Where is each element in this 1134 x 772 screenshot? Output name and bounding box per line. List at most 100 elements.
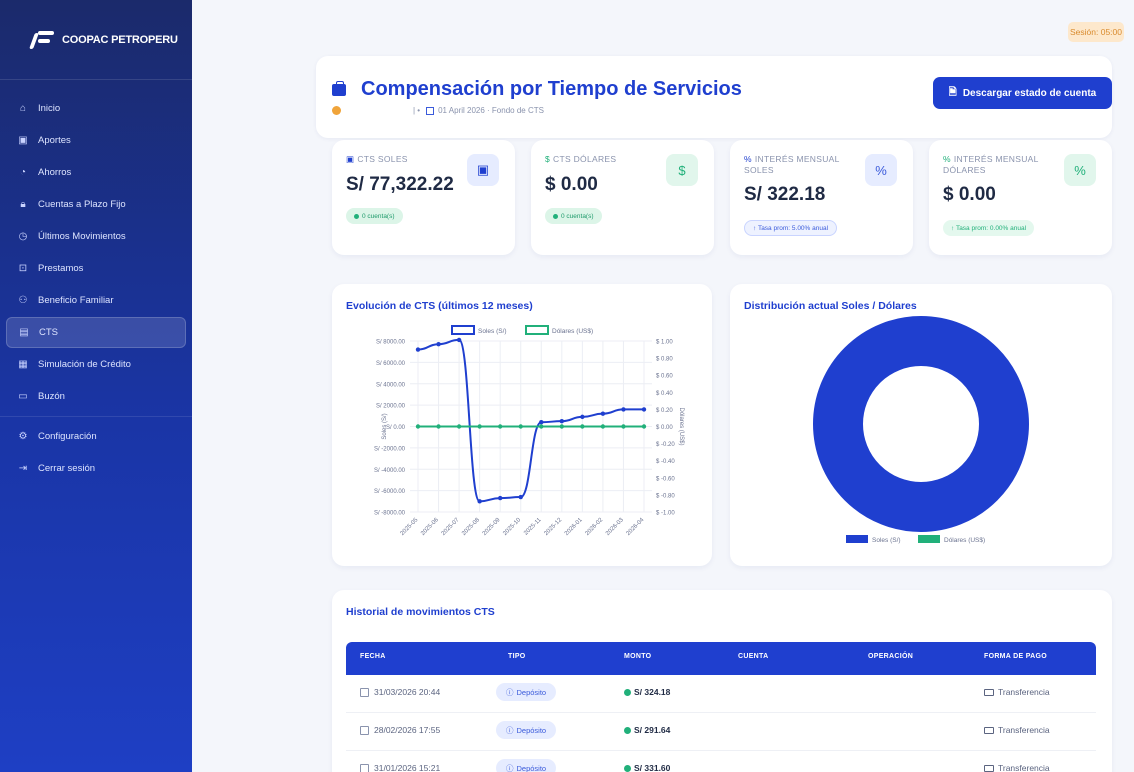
col-forma-pago[interactable]: FORMA DE PAGO [984, 653, 1047, 660]
x-tick-label: 2025-11 [523, 517, 543, 537]
sidebar-item-cts[interactable]: ▤ CTS [6, 317, 186, 348]
sidebar-item-cerrar-sesion[interactable]: ⇥ Cerrar sesión [6, 453, 186, 484]
y-tick-label: S/ 0.00 [386, 425, 406, 431]
card-icon [984, 726, 994, 734]
col-tipo[interactable]: TIPO [508, 653, 526, 660]
stat-label: INTERÉS MENSUAL DÓLARES [943, 154, 1039, 175]
legend-label: Dólares (US$) [552, 328, 593, 335]
data-point [497, 495, 503, 501]
briefcase-icon: ▤ [19, 327, 29, 338]
series-line [417, 338, 644, 503]
sidebar-item-configuracion[interactable]: ⚙ Configuración [6, 421, 186, 452]
cell-monto: S/ 331.60 [634, 763, 671, 772]
table-header: FECHA TIPO MONTO CUENTA OPERACIÓN FORMA … [346, 642, 1096, 675]
donut-chart: Soles (S/) Dólares (US$) [813, 316, 1029, 544]
inbox-icon: ▭ [18, 391, 28, 402]
cell-tipo: Depósito [516, 687, 547, 697]
cell-fecha: 31/03/2026 20:44 [374, 687, 441, 697]
stat-value: $ 0.00 [545, 174, 598, 195]
y2-tick-label: $ 1.00 [656, 340, 673, 346]
table-row[interactable]: 31/03/2026 20:44 ⓘ Depósito S/ 324.18 Tra… [346, 675, 1096, 713]
table-title: Historial de movimientos CTS [346, 606, 495, 618]
legend-label: Soles (S/) [872, 537, 901, 544]
stat-label: INTERÉS MENSUAL SOLES [744, 154, 840, 175]
x-tick-label: 2026-02 [585, 517, 605, 537]
calendar-icon [360, 763, 369, 772]
brand-logo[interactable]: COOPAC PETROPERU [0, 0, 192, 80]
legend-label: Dólares (US$) [944, 537, 985, 544]
dollar-icon: $ [545, 154, 551, 164]
line-chart-card: Evolución de CTS (últimos 12 meses) Sole… [332, 284, 712, 566]
sidebar-item-ahorros[interactable]: ◔ Ahorros [6, 157, 186, 188]
stat-badge: 0 cuenta(s) [545, 208, 602, 224]
sidebar-item-buzon[interactable]: ▭ Buzón [6, 381, 186, 412]
status-dot [624, 764, 631, 772]
percent-icon: % [744, 154, 752, 164]
info-icon: ⓘ [506, 763, 514, 772]
data-point [539, 420, 544, 425]
col-fecha[interactable]: FECHA [360, 653, 386, 660]
x-tick-label: 2026-04 [626, 517, 646, 537]
subtitle-separator: | • [413, 106, 421, 115]
sidebar-item-aportes[interactable]: ▣ Aportes [6, 125, 186, 156]
info-icon: ⓘ [506, 687, 514, 697]
donut-chart-card: Distribución actual Soles / Dólares Sole… [730, 284, 1112, 566]
col-operacion[interactable]: OPERACIÓN [868, 653, 913, 660]
sidebar-item-plazo-fijo[interactable]: 🔒︎ Cuentas a Plazo Fijo [6, 189, 186, 220]
status-dot [624, 726, 631, 734]
table-row[interactable]: 31/01/2026 15:21 ⓘ Depósito S/ 331.60 Tra… [346, 751, 1096, 772]
table-row[interactable]: 28/02/2026 17:55 ⓘ Depósito S/ 291.64 Tra… [346, 713, 1096, 751]
sidebar-item-label: Inicio [38, 103, 61, 114]
col-monto[interactable]: MONTO [624, 653, 651, 660]
card-icon [984, 764, 994, 772]
y2-axis-label: Dólares (US$) [678, 407, 684, 445]
data-point [415, 424, 421, 429]
y2-tick-label: $ -0.60 [656, 476, 675, 482]
stat-value: S/ 322.18 [744, 184, 826, 205]
stat-card-cts-dolares: $ CTS DÓLARES $ 0.00 $ 0 cuenta(s) [531, 140, 714, 255]
col-cuenta[interactable]: CUENTA [738, 653, 768, 660]
data-point [539, 424, 544, 429]
download-statement-button[interactable]: 🗎︎ Descargar estado de cuenta [933, 77, 1112, 109]
y2-tick-label: $ 0.00 [656, 425, 673, 431]
page-subtitle: | • 01 April 2026 · Fondo de CTS [332, 106, 544, 115]
y-tick-label: S/ 6000.00 [376, 361, 406, 367]
data-point [415, 347, 421, 352]
cell-monto: S/ 291.64 [634, 725, 671, 735]
sidebar-item-simulacion[interactable]: ▦ Simulación de Crédito [6, 349, 186, 380]
sidebar-divider [0, 416, 192, 417]
logout-icon: ⇥ [18, 463, 28, 474]
y-axis-label: Soles (S/) [382, 413, 388, 439]
cell-fecha: 28/02/2026 17:55 [374, 725, 441, 735]
page-title: Compensación por Tiempo de Servicios [361, 78, 742, 100]
data-point [518, 494, 523, 500]
info-icon: ⓘ [506, 725, 514, 735]
stat-card-cts-soles: ▣ CTS SOLES S/ 77,322.22 ▣ 0 cuenta(s) [332, 140, 515, 255]
gear-icon: ⚙ [18, 431, 28, 442]
sidebar-item-prestamos[interactable]: ⊡ Prestamos [6, 253, 186, 284]
data-point [621, 407, 626, 412]
cell-forma-pago: Transferencia [998, 763, 1050, 772]
sidebar-item-label: Aportes [38, 135, 71, 146]
sidebar-item-label: Prestamos [38, 263, 84, 274]
data-point [436, 342, 441, 347]
sidebar-item-beneficio[interactable]: ⚇ Beneficio Familiar [6, 285, 186, 316]
gift-icon: ⊡ [18, 263, 28, 274]
x-tick-label: 2026-01 [564, 517, 584, 537]
sidebar-item-inicio[interactable]: ⌂ Inicio [6, 93, 186, 124]
sidebar-item-label: Configuración [38, 431, 97, 442]
stat-value: $ 0.00 [943, 184, 996, 205]
y2-tick-label: $ 0.60 [656, 374, 673, 380]
data-point [477, 424, 482, 429]
y-tick-label: S/ -4000.00 [374, 468, 406, 474]
line-chart: Soles (S/) Dólares (US$) S/ 8000.00 S/ 6000… [374, 325, 684, 537]
x-tick-label: 2025-09 [482, 517, 502, 537]
sidebar-item-movimientos[interactable]: ◷ Últimos Movimientos [6, 221, 186, 252]
data-point [600, 424, 606, 429]
cell-forma-pago: Transferencia [998, 725, 1050, 735]
home-icon: ⌂ [19, 103, 27, 114]
cell-tipo: Depósito [516, 763, 547, 772]
wallet-icon: ▣ [18, 135, 28, 146]
x-tick-label: 2025-10 [502, 517, 522, 537]
sidebar-item-label: Ahorros [38, 167, 72, 178]
